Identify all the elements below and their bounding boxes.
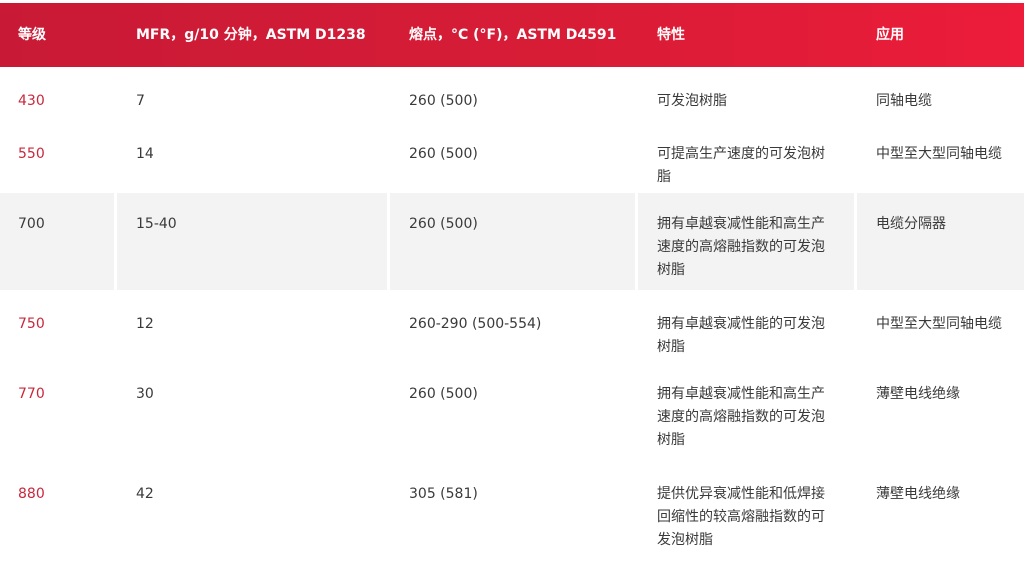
- grade-value: 770: [18, 386, 45, 402]
- header-melting-point: 熔点，°C (°F)，ASTM D4591: [409, 27, 617, 43]
- mfr-value: 15-40: [136, 216, 177, 232]
- cell-application: 薄壁电线绝缘: [857, 363, 1024, 460]
- cell-grade: 770: [0, 363, 114, 460]
- resin-grade-table: 等级 MFR，g/10 分钟，ASTM D1238 熔点，°C (°F)，AST…: [0, 0, 1024, 566]
- table-row: 880 42 305 (581) 提供优异衰减性能和低焊接回缩性的较高熔融指数的…: [0, 463, 1024, 563]
- feature-value: 可提高生产速度的可发泡树脂: [657, 146, 825, 185]
- cell-application: 同轴电缆: [857, 70, 1024, 120]
- header-mfr: MFR，g/10 分钟，ASTM D1238: [136, 27, 366, 43]
- mfr-value: 14: [136, 146, 154, 162]
- mfr-value: 42: [136, 486, 154, 502]
- melting-point-value: 260 (500): [409, 146, 478, 162]
- cell-grade: 700: [0, 193, 114, 290]
- feature-value: 拥有卓越衰减性能和高生产速度的高熔融指数的可发泡树脂: [657, 386, 825, 448]
- cell-application: 电缆分隔器: [857, 193, 1024, 290]
- feature-value: 拥有卓越衰减性能和高生产速度的高熔融指数的可发泡树脂: [657, 216, 825, 278]
- grade-value: 880: [18, 486, 45, 502]
- cell-grade: 750: [0, 293, 114, 360]
- cell-application: 薄壁电线绝缘: [857, 463, 1024, 563]
- table-row: 750 12 260-290 (500-554) 拥有卓越衰减性能的可发泡树脂 …: [0, 293, 1024, 360]
- header-application: 应用: [876, 27, 904, 43]
- cell-grade: 880: [0, 463, 114, 563]
- feature-value: 提供优异衰减性能和低焊接回缩性的较高熔融指数的可发泡树脂: [657, 486, 825, 548]
- table-row: 550 14 260 (500) 可提高生产速度的可发泡树脂 中型至大型同轴电缆: [0, 123, 1024, 190]
- table-header: 等级 MFR，g/10 分钟，ASTM D1238 熔点，°C (°F)，AST…: [0, 3, 1024, 67]
- melting-point-value: 260 (500): [409, 216, 478, 232]
- cell-mfr: 42: [117, 463, 387, 563]
- header-feature: 特性: [657, 27, 685, 43]
- cell-mfr: 15-40: [117, 193, 387, 290]
- cell-feature: 拥有卓越衰减性能的可发泡树脂: [638, 293, 854, 360]
- cell-mfr: 30: [117, 363, 387, 460]
- header-grade: 等级: [18, 27, 46, 43]
- feature-value: 可发泡树脂: [657, 93, 727, 109]
- mfr-value: 12: [136, 316, 154, 332]
- cell-melting-point: 260 (500): [390, 70, 635, 120]
- grade-value: 430: [18, 93, 45, 109]
- cell-feature: 拥有卓越衰减性能和高生产速度的高熔融指数的可发泡树脂: [638, 193, 854, 290]
- cell-mfr: 7: [117, 70, 387, 120]
- grade-value: 700: [18, 216, 45, 232]
- cell-feature: 拥有卓越衰减性能和高生产速度的高熔融指数的可发泡树脂: [638, 363, 854, 460]
- melting-point-value: 305 (581): [409, 486, 478, 502]
- cell-melting-point: 305 (581): [390, 463, 635, 563]
- cell-grade: 430: [0, 70, 114, 120]
- cell-mfr: 14: [117, 123, 387, 190]
- cell-feature: 可提高生产速度的可发泡树脂: [638, 123, 854, 190]
- mfr-value: 7: [136, 93, 145, 109]
- feature-value: 拥有卓越衰减性能的可发泡树脂: [657, 316, 825, 355]
- application-value: 中型至大型同轴电缆: [876, 146, 1002, 162]
- application-value: 同轴电缆: [876, 93, 932, 109]
- application-value: 电缆分隔器: [876, 216, 946, 232]
- cell-application: 中型至大型同轴电缆: [857, 293, 1024, 360]
- melting-point-value: 260-290 (500-554): [409, 316, 542, 332]
- application-value: 薄壁电线绝缘: [876, 486, 960, 502]
- cell-application: 中型至大型同轴电缆: [857, 123, 1024, 190]
- cell-feature: 提供优异衰减性能和低焊接回缩性的较高熔融指数的可发泡树脂: [638, 463, 854, 563]
- cell-mfr: 12: [117, 293, 387, 360]
- grade-value: 750: [18, 316, 45, 332]
- grade-value: 550: [18, 146, 45, 162]
- melting-point-value: 260 (500): [409, 93, 478, 109]
- cell-melting-point: 260-290 (500-554): [390, 293, 635, 360]
- cell-melting-point: 260 (500): [390, 123, 635, 190]
- cell-grade: 550: [0, 123, 114, 190]
- application-value: 中型至大型同轴电缆: [876, 316, 1002, 332]
- cell-melting-point: 260 (500): [390, 363, 635, 460]
- melting-point-value: 260 (500): [409, 386, 478, 402]
- application-value: 薄壁电线绝缘: [876, 386, 960, 402]
- table-row: 430 7 260 (500) 可发泡树脂 同轴电缆: [0, 70, 1024, 120]
- cell-melting-point: 260 (500): [390, 193, 635, 290]
- cell-feature: 可发泡树脂: [638, 70, 854, 120]
- table-row: 700 15-40 260 (500) 拥有卓越衰减性能和高生产速度的高熔融指数…: [0, 193, 1024, 290]
- mfr-value: 30: [136, 386, 154, 402]
- table-row: 770 30 260 (500) 拥有卓越衰减性能和高生产速度的高熔融指数的可发…: [0, 363, 1024, 460]
